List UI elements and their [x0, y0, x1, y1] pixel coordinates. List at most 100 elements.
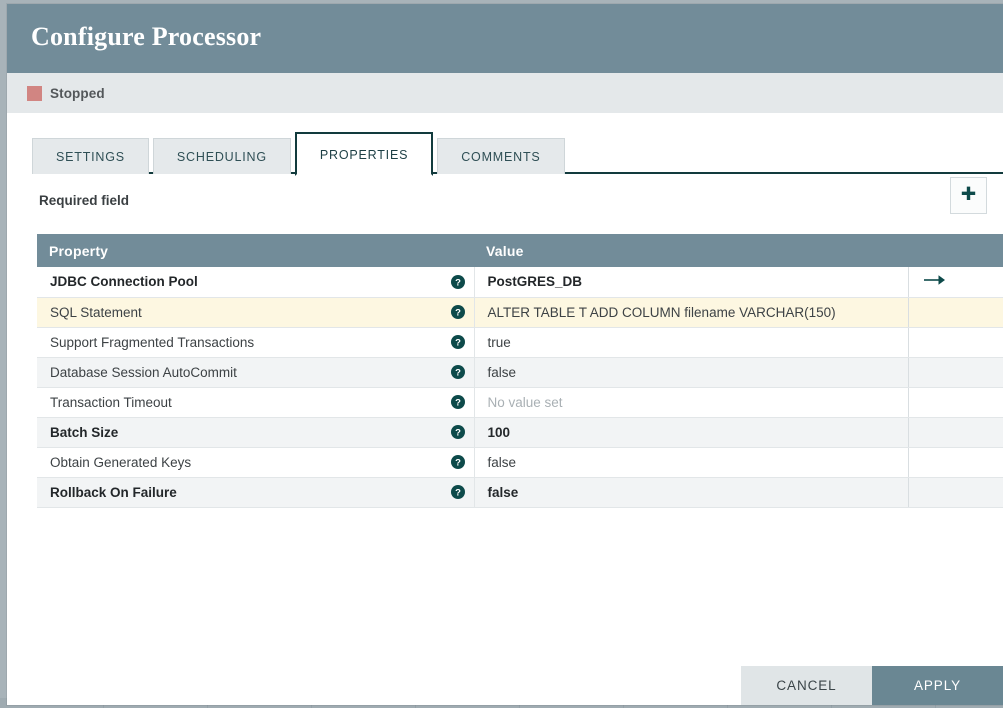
- value-cell[interactable]: true: [474, 327, 909, 358]
- property-name: Obtain Generated Keys: [50, 454, 192, 470]
- property-value: false: [487, 454, 517, 470]
- tab-list: SETTINGS SCHEDULING PROPERTIES COMMENTS: [32, 132, 1003, 176]
- property-cell[interactable]: JDBC Connection Pool?: [37, 267, 475, 298]
- svg-text:?: ?: [455, 277, 461, 288]
- action-cell: [908, 357, 1003, 388]
- property-cell[interactable]: Database Session AutoCommit?: [37, 357, 475, 388]
- table-body: JDBC Connection Pool? PostGRES_DB SQL Stat…: [37, 267, 1003, 508]
- property-name: SQL Statement: [50, 304, 142, 320]
- property-help-icon[interactable]: ?: [450, 335, 465, 349]
- property-name: Support Fragmented Transactions: [50, 334, 255, 350]
- processor-status-bar: Stopped: [7, 73, 1003, 113]
- property-help-icon[interactable]: ?: [450, 305, 465, 319]
- table-row[interactable]: Transaction Timeout? No value set: [37, 387, 1003, 418]
- action-cell: [908, 297, 1003, 328]
- configure-processor-dialog: Configure Processor Stopped SETTINGS SCHE…: [7, 4, 1003, 705]
- property-name: Transaction Timeout: [50, 394, 172, 410]
- action-cell: [908, 477, 1003, 508]
- svg-text:?: ?: [455, 458, 461, 469]
- property-name: Batch Size: [50, 424, 119, 440]
- tab-settings[interactable]: SETTINGS: [32, 138, 149, 174]
- add-property-button[interactable]: [950, 177, 987, 214]
- property-cell[interactable]: Batch Size?: [37, 417, 475, 448]
- dialog-footer: CANCEL APPLY: [7, 666, 1003, 705]
- table-row[interactable]: Rollback On Failure? false: [37, 477, 1003, 508]
- table-row[interactable]: Database Session AutoCommit? false: [37, 357, 1003, 388]
- required-field-label: Required field: [39, 193, 130, 208]
- value-cell[interactable]: PostGRES_DB: [474, 267, 909, 298]
- value-cell[interactable]: false: [474, 477, 909, 508]
- status-indicator-icon: [27, 85, 42, 101]
- table-row[interactable]: Support Fragmented Transactions? true: [37, 327, 1003, 358]
- tab-properties[interactable]: PROPERTIES: [294, 132, 434, 176]
- table-row[interactable]: Batch Size? 100: [37, 417, 1003, 448]
- go-to-service-button[interactable]: [923, 274, 946, 289]
- dialog-header: Configure Processor: [7, 4, 1003, 73]
- plus-icon: [961, 186, 976, 200]
- help-circle-icon: ?: [450, 305, 465, 319]
- property-help-icon[interactable]: ?: [450, 365, 465, 379]
- value-cell[interactable]: false: [474, 447, 909, 478]
- value-cell[interactable]: false: [474, 357, 909, 388]
- tab-comments[interactable]: COMMENTS: [437, 138, 565, 174]
- dialog-title: Configure Processor: [31, 22, 262, 51]
- table-row[interactable]: SQL Statement? ALTER TABLE T ADD COLUMN f…: [37, 297, 1003, 328]
- action-cell: [908, 417, 1003, 448]
- action-cell: [908, 387, 1003, 418]
- cancel-button[interactable]: CANCEL: [741, 666, 872, 705]
- table-row[interactable]: JDBC Connection Pool? PostGRES_DB: [37, 267, 1003, 298]
- help-circle-icon: ?: [450, 485, 465, 499]
- apply-button[interactable]: APPLY: [872, 666, 1003, 705]
- svg-text:?: ?: [455, 308, 461, 319]
- property-help-icon[interactable]: ?: [450, 485, 465, 499]
- property-value: ALTER TABLE T ADD COLUMN filename VARCHA…: [487, 304, 836, 320]
- table-row[interactable]: Obtain Generated Keys? false: [37, 447, 1003, 478]
- value-cell[interactable]: No value set: [474, 387, 909, 418]
- svg-text:?: ?: [455, 488, 461, 499]
- property-value: false: [487, 364, 517, 380]
- status-label: Stopped: [50, 85, 105, 101]
- value-cell[interactable]: ALTER TABLE T ADD COLUMN filename VARCHA…: [474, 297, 909, 328]
- property-name: Rollback On Failure: [50, 484, 177, 500]
- svg-text:?: ?: [455, 428, 461, 439]
- tab-scheduling[interactable]: SCHEDULING: [152, 138, 291, 174]
- property-value: 100: [487, 424, 511, 440]
- svg-text:?: ?: [455, 368, 461, 379]
- help-circle-icon: ?: [450, 455, 465, 469]
- svg-text:?: ?: [455, 338, 461, 349]
- help-circle-icon: ?: [450, 335, 465, 349]
- property-value: No value set: [487, 394, 563, 410]
- column-header-value: Value: [474, 234, 908, 267]
- property-cell[interactable]: SQL Statement?: [37, 297, 475, 328]
- property-value: false: [487, 484, 519, 500]
- help-circle-icon: ?: [450, 274, 465, 289]
- properties-toolbar: Required field: [7, 174, 1003, 226]
- column-header-property: Property: [37, 234, 474, 267]
- help-circle-icon: ?: [450, 425, 465, 439]
- property-cell[interactable]: Rollback On Failure?: [37, 477, 475, 508]
- property-cell[interactable]: Obtain Generated Keys?: [37, 447, 475, 478]
- property-cell[interactable]: Support Fragmented Transactions?: [37, 327, 475, 358]
- table-header: Property Value: [37, 234, 1003, 267]
- help-circle-icon: ?: [450, 365, 465, 379]
- value-cell[interactable]: 100: [474, 417, 909, 448]
- action-cell: [908, 327, 1003, 358]
- action-cell: [908, 267, 1003, 298]
- property-help-icon[interactable]: ?: [450, 455, 465, 469]
- table-header-row: Property Value: [37, 234, 1003, 267]
- action-cell: [908, 447, 1003, 478]
- column-header-actions: [908, 234, 1003, 267]
- properties-table: Property Value JDBC Connection Pool? Post…: [37, 234, 1003, 508]
- property-help-icon[interactable]: ?: [450, 274, 465, 289]
- property-help-icon[interactable]: ?: [450, 425, 465, 439]
- help-circle-icon: ?: [450, 395, 465, 409]
- property-value: true: [487, 334, 511, 350]
- tab-strip: SETTINGS SCHEDULING PROPERTIES COMMENTS: [7, 132, 1003, 176]
- property-name: JDBC Connection Pool: [50, 274, 198, 290]
- arrow-right-icon: [923, 275, 945, 286]
- svg-text:?: ?: [455, 398, 461, 409]
- property-value: PostGRES_DB: [487, 274, 583, 290]
- property-help-icon[interactable]: ?: [450, 395, 465, 409]
- property-cell[interactable]: Transaction Timeout?: [37, 387, 475, 418]
- property-name: Database Session AutoCommit: [50, 364, 237, 380]
